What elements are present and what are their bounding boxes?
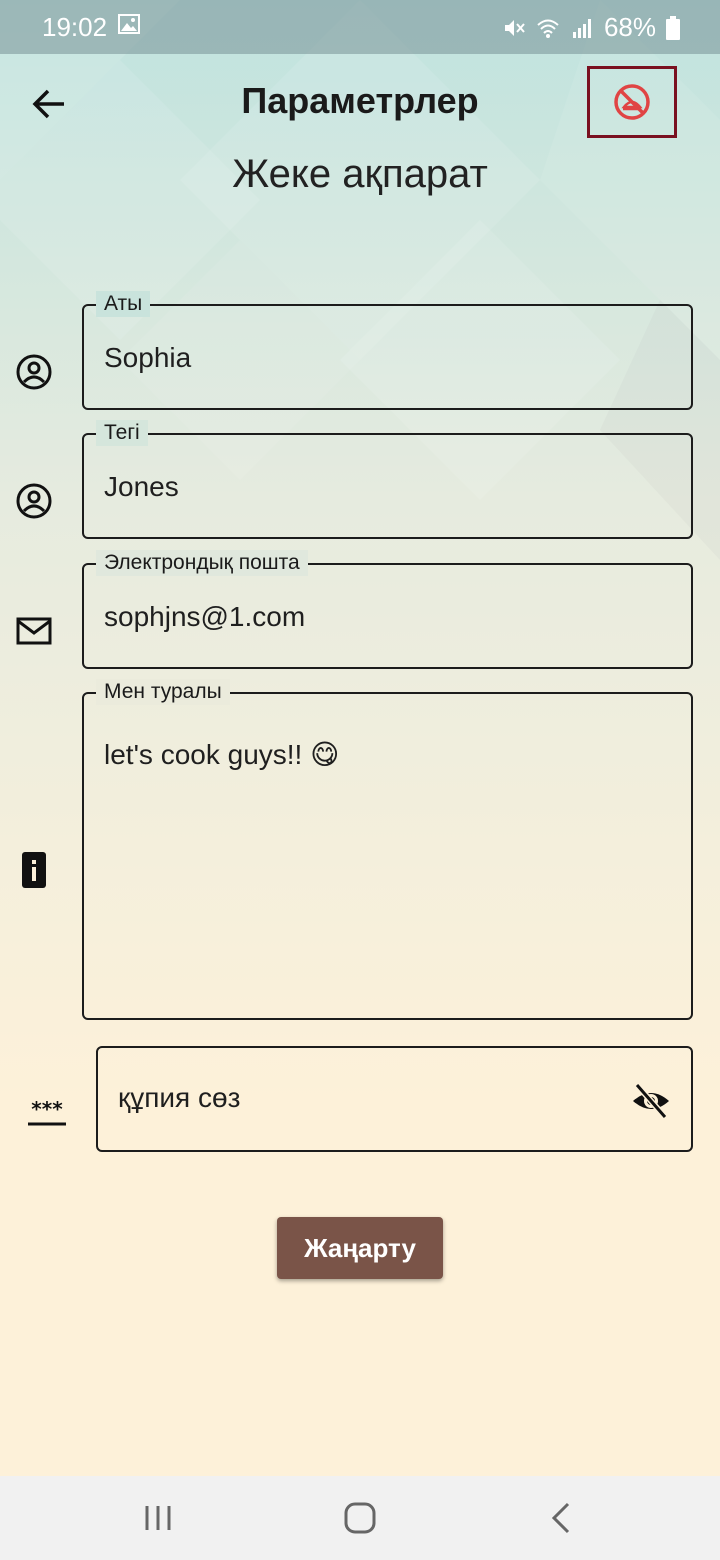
no-food-button[interactable] (587, 66, 677, 138)
section-title: Жеке ақпарат (232, 152, 488, 196)
account-circle-icon (16, 483, 52, 519)
password-icon: *** (28, 1098, 66, 1126)
battery-percent: 68% (603, 12, 656, 42)
last-name-label: Тегі (96, 420, 148, 446)
status-icons: 68% (502, 12, 680, 43)
home-icon[interactable] (340, 1498, 380, 1538)
about-label: Мен туралы (96, 679, 230, 705)
navigation-bar (0, 1476, 720, 1560)
email-value: sophjns@1.com (104, 601, 306, 632)
status-bar: 19:02 68% (0, 0, 720, 54)
wifi-icon (537, 19, 559, 38)
email-label: Электрондық пошта (96, 550, 308, 576)
about-value: let's cook guys!! 😋 (104, 739, 340, 770)
first-name-label: Аты (96, 291, 151, 317)
no-food-icon (614, 84, 650, 120)
account-circle-icon (16, 354, 52, 390)
back-icon[interactable] (542, 1498, 582, 1538)
first-name-value: Sophia (104, 342, 192, 373)
battery-icon (666, 15, 680, 40)
svg-text:***: *** (31, 1098, 63, 1121)
last-name-field[interactable]: Тегі Jones (82, 420, 693, 539)
email-field[interactable]: Электрондық пошта sophjns@1.com (82, 550, 693, 669)
password-field[interactable]: құпия сөз (96, 1046, 693, 1152)
about-field[interactable]: Мен туралы let's cook guys!! 😋 (82, 679, 693, 1020)
last-name-value: Jones (104, 471, 179, 502)
status-time: 19:02 (42, 12, 108, 42)
image-icon (118, 14, 140, 34)
info-icon (22, 852, 46, 888)
password-placeholder: құпия сөз (118, 1082, 241, 1113)
visibility-off-icon[interactable] (631, 1081, 671, 1121)
first-name-field[interactable]: Аты Sophia (82, 291, 693, 410)
mail-icon (16, 617, 52, 645)
mute-icon (504, 19, 525, 36)
signal-icon (572, 18, 591, 38)
update-button[interactable]: Жаңарту (277, 1217, 443, 1279)
recents-icon[interactable] (138, 1498, 178, 1538)
